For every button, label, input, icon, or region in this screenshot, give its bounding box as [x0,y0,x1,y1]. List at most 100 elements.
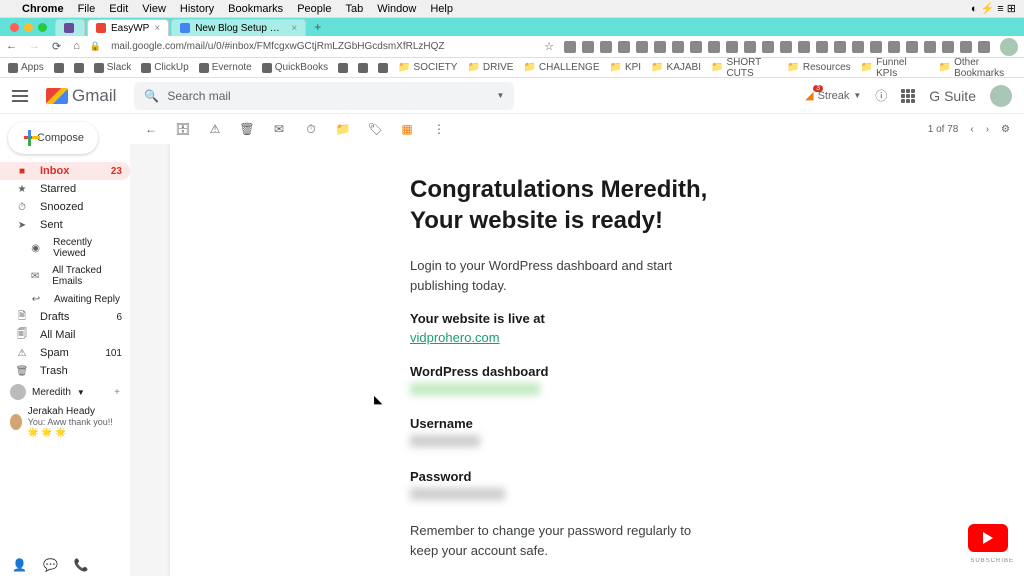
help-icon[interactable]: ⓘ [875,87,887,104]
bookmark-folder[interactable]: 📁 CHALLENGE [523,62,599,73]
lock-icon[interactable]: 🔒 [90,41,101,52]
bookmark-folder[interactable]: 📁 KPI [610,62,642,73]
bookmark-folder[interactable]: 📁 SHORT CUTS [711,57,777,79]
menu-bookmarks[interactable]: Bookmarks [228,3,283,15]
bookmark-folder[interactable]: 📁 SOCIETY [398,62,457,73]
streak-button[interactable]: ◢ 3 Streak ▼ [805,89,861,102]
url-field[interactable]: mail.google.com/mail/u/0/#inbox/FMfcgxwG… [111,41,534,52]
back-icon[interactable]: ← [144,122,158,136]
forward-button[interactable]: → [29,40,40,53]
browser-tab[interactable] [55,19,85,36]
email-sender-panel [170,144,370,576]
delete-icon[interactable]: 🗑 [240,122,254,136]
sidebar-item-snoozed[interactable]: ⏱ Snoozed [0,198,130,216]
bookmark-item[interactable]: ClickUp [141,62,188,73]
next-icon[interactable]: › [986,124,989,135]
menu-file[interactable]: File [78,3,96,15]
archive-icon[interactable]: 🗄 [176,122,190,136]
account-avatar[interactable] [990,85,1012,107]
sidebar-user[interactable]: Meredith ▼ + [0,380,130,404]
search-dropdown-icon[interactable]: ▼ [496,91,504,100]
person-icon[interactable]: 👤 [12,558,27,572]
mark-unread-icon[interactable]: ✉ [272,122,286,136]
more-icon[interactable]: ⋮ [432,122,446,136]
compose-button[interactable]: Compose [8,122,98,154]
sidebar-item-allmail[interactable]: 🗐 All Mail [0,326,130,344]
bookmark-item[interactable]: QuickBooks [262,62,328,73]
search-input[interactable]: 🔍 Search mail ▼ [134,82,514,110]
profile-avatar[interactable] [1000,38,1018,56]
browser-tab-bar: EasyWP × New Blog Setup Process | Doc × … [0,18,1024,36]
streak-box-icon[interactable]: ▦ [400,122,414,136]
bookmark-item[interactable]: Slack [94,62,131,73]
bookmark-item[interactable] [338,63,348,73]
chat-item[interactable]: Jerakah Heady You: Aww thank you!! 🌟 🌟 🌟 [0,404,130,440]
sidebar-item-sent[interactable]: ➤ Sent [0,216,130,234]
sidebar-sub-item[interactable]: ↩Awaiting Reply [0,290,130,308]
move-icon[interactable]: 📁 [336,122,350,136]
report-spam-icon[interactable]: ⚠ [208,122,222,136]
gsuite-label[interactable]: G Suite [929,88,976,104]
sidebar-item-trash[interactable]: 🗑 Trash [0,362,130,380]
youtube-subscribe-button[interactable] [968,524,1008,552]
menu-people[interactable]: People [297,3,331,15]
main-area: Compose ■ Inbox 23 ★ Starred ⏱ Snoozed ➤… [0,114,1024,576]
labels-icon[interactable]: 🏷 [368,122,382,136]
sidebar-sub-item[interactable]: ◉Recently Viewed [0,234,130,262]
bookmark-item[interactable] [378,63,388,73]
menu-view[interactable]: View [142,3,166,15]
snooze-icon[interactable]: ⏱ [304,122,318,136]
browser-tab-active[interactable]: EasyWP × [87,19,169,36]
bookmark-item[interactable] [54,63,64,73]
home-button[interactable]: ⌂ [73,40,80,53]
gmail-logo[interactable]: Gmail [46,86,116,106]
new-tab-button[interactable]: + [308,20,327,34]
bookmark-apps[interactable]: Apps [8,62,44,73]
menu-edit[interactable]: Edit [109,3,128,15]
other-bookmarks[interactable]: 📁 Other Bookmarks [939,57,1016,79]
email-intro: Login to your WordPress dashboard and st… [410,256,700,295]
menu-history[interactable]: History [180,3,214,15]
clock-icon: ⏱ [16,201,28,213]
sidebar-item-starred[interactable]: ★ Starred [0,180,130,198]
star-icon[interactable]: ☆ [544,40,554,53]
browser-tab[interactable]: New Blog Setup Process | Doc × [171,19,306,36]
sidebar-item-inbox[interactable]: ■ Inbox 23 [0,162,130,180]
inbox-icon: ■ [16,165,28,177]
bookmark-item[interactable] [358,63,368,73]
app-name[interactable]: Chrome [22,3,64,15]
maximize-window-icon[interactable] [38,23,47,32]
apps-icon[interactable] [901,89,915,103]
prev-icon[interactable]: ‹ [970,124,973,135]
bookmark-folder[interactable]: 📁 DRIVE [467,62,513,73]
close-tab-icon[interactable]: × [154,23,160,34]
settings-icon[interactable]: ⚙ [1001,124,1010,135]
sidebar-item-drafts[interactable]: 🗎 Drafts 6 [0,308,130,326]
bookmark-item[interactable]: Evernote [199,62,252,73]
url-bar: ← → ⟳ ⌂ 🔒 mail.google.com/mail/u/0/#inbo… [0,36,1024,58]
menu-window[interactable]: Window [377,3,416,15]
minimize-window-icon[interactable] [24,23,33,32]
redacted-password [410,488,505,500]
bookmark-folder[interactable]: 📁 Funnel KPIs [861,57,919,79]
bookmark-folder[interactable]: 📁 KAJABI [651,62,701,73]
phone-icon[interactable]: 📞 [74,558,89,572]
menu-help[interactable]: Help [430,3,453,15]
bookmark-folder[interactable]: 📁 Resources [787,62,850,73]
close-window-icon[interactable] [10,23,19,32]
menu-icon[interactable] [12,90,28,102]
chat-icon[interactable]: 💬 [43,558,58,572]
bookmark-item[interactable] [74,63,84,73]
reply-icon: ↩ [30,293,42,305]
add-icon[interactable]: + [114,387,120,398]
extension-icons[interactable] [564,41,990,53]
window-controls[interactable] [2,23,55,32]
close-tab-icon[interactable]: × [291,23,297,34]
reminder-text: Remember to change your password regular… [410,521,700,560]
menu-tab[interactable]: Tab [345,3,363,15]
website-link[interactable]: vidprohero.com [410,330,500,345]
reload-button[interactable]: ⟳ [52,40,61,53]
back-button[interactable]: ← [6,40,17,53]
sidebar-sub-item[interactable]: ✉All Tracked Emails [0,262,130,290]
sidebar-item-spam[interactable]: ⚠ Spam 101 [0,344,130,362]
